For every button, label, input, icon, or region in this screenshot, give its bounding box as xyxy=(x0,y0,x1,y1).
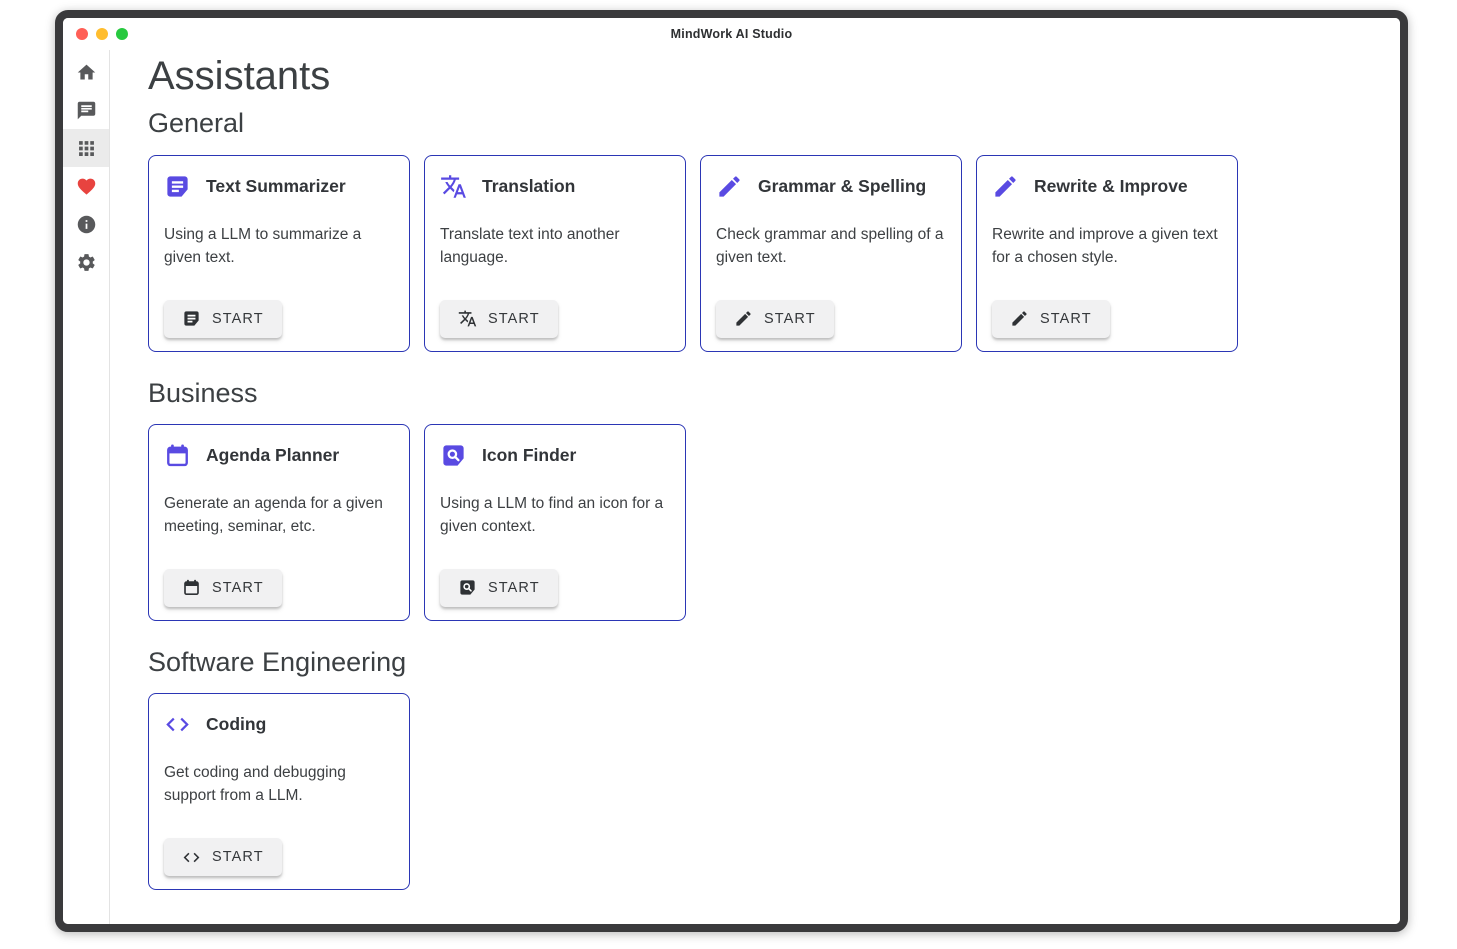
assistant-card-grammar-spelling: Grammar & Spelling Check grammar and spe… xyxy=(700,155,962,352)
section-general-cards: Text Summarizer Using a LLM to summarize… xyxy=(148,155,1372,352)
window-titlebar[interactable]: MindWork AI Studio xyxy=(63,18,1400,50)
section-title-software-engineering: Software Engineering xyxy=(148,646,1372,678)
app-window: MindWork AI Studio Assistants xyxy=(55,10,1408,932)
start-button[interactable]: START xyxy=(716,300,834,338)
card-description: Using a LLM to summarize a given text. xyxy=(164,224,392,270)
sidebar-item-settings[interactable] xyxy=(63,243,109,281)
close-button[interactable] xyxy=(76,28,88,40)
start-button[interactable]: START xyxy=(440,300,558,338)
assistant-card-agenda-planner: Agenda Planner Generate an agenda for a … xyxy=(148,424,410,621)
card-header: Agenda Planner xyxy=(164,442,394,469)
info-icon xyxy=(76,214,97,235)
apps-grid-icon xyxy=(76,138,97,159)
card-title: Text Summarizer xyxy=(206,176,346,197)
sidebar-item-assistants[interactable] xyxy=(63,129,109,167)
assistant-card-icon-finder: Icon Finder Using a LLM to find an icon … xyxy=(424,424,686,621)
card-description: Check grammar and spelling of a given te… xyxy=(716,224,944,270)
start-button-label: START xyxy=(212,849,264,865)
sidebar-item-about[interactable] xyxy=(63,205,109,243)
card-title: Coding xyxy=(206,714,266,735)
translate-icon xyxy=(458,309,477,328)
start-button[interactable]: START xyxy=(164,300,282,338)
assistant-card-coding: Coding Get coding and debugging support … xyxy=(148,693,410,890)
card-header: Icon Finder xyxy=(440,442,670,469)
document-icon xyxy=(182,309,201,328)
card-title: Agenda Planner xyxy=(206,445,339,466)
card-description: Generate an agenda for a given meeting, … xyxy=(164,493,392,539)
main-area: Assistants General Text Summarizer Using… xyxy=(63,50,1400,924)
window-title: MindWork AI Studio xyxy=(671,27,793,41)
start-button[interactable]: START xyxy=(440,569,558,607)
pencil-icon xyxy=(734,309,753,328)
sidebar-item-chats[interactable] xyxy=(63,91,109,129)
minimize-button[interactable] xyxy=(96,28,108,40)
start-button-label: START xyxy=(764,311,816,327)
assistant-card-text-summarizer: Text Summarizer Using a LLM to summarize… xyxy=(148,155,410,352)
card-description: Using a LLM to find an icon for a given … xyxy=(440,493,668,539)
card-header: Rewrite & Improve xyxy=(992,173,1222,200)
start-button-label: START xyxy=(488,311,540,327)
sidebar-item-home[interactable] xyxy=(63,53,109,91)
start-button[interactable]: START xyxy=(164,838,282,876)
section-title-general: General xyxy=(148,107,1372,139)
section-title-business: Business xyxy=(148,377,1372,409)
code-icon xyxy=(182,848,201,867)
traffic-lights xyxy=(76,18,128,50)
calendar-icon xyxy=(182,578,201,597)
card-header: Coding xyxy=(164,711,394,738)
heart-icon xyxy=(76,176,97,197)
start-button-label: START xyxy=(212,311,264,327)
card-header: Text Summarizer xyxy=(164,173,394,200)
code-icon xyxy=(164,711,191,738)
content-area: Assistants General Text Summarizer Using… xyxy=(110,50,1400,924)
pencil-icon xyxy=(716,173,743,200)
section-business-cards: Agenda Planner Generate an agenda for a … xyxy=(148,424,1372,621)
card-title: Icon Finder xyxy=(482,445,576,466)
start-button[interactable]: START xyxy=(992,300,1110,338)
chat-icon xyxy=(76,100,97,121)
card-title: Grammar & Spelling xyxy=(758,176,926,197)
document-icon xyxy=(164,173,191,200)
card-title: Rewrite & Improve xyxy=(1034,176,1188,197)
translate-icon xyxy=(440,173,467,200)
sidebar-item-favorites[interactable] xyxy=(63,167,109,205)
pencil-icon xyxy=(1010,309,1029,328)
card-description: Translate text into another language. xyxy=(440,224,668,270)
start-button-label: START xyxy=(1040,311,1092,327)
card-title: Translation xyxy=(482,176,575,197)
card-description: Rewrite and improve a given text for a c… xyxy=(992,224,1220,270)
assistant-card-rewrite-improve: Rewrite & Improve Rewrite and improve a … xyxy=(976,155,1238,352)
icon-search-icon xyxy=(440,442,467,469)
page-title: Assistants xyxy=(148,53,1372,100)
card-description: Get coding and debugging support from a … xyxy=(164,762,392,808)
zoom-button[interactable] xyxy=(116,28,128,40)
card-header: Grammar & Spelling xyxy=(716,173,946,200)
calendar-icon xyxy=(164,442,191,469)
start-button[interactable]: START xyxy=(164,569,282,607)
assistant-card-translation: Translation Translate text into another … xyxy=(424,155,686,352)
home-icon xyxy=(76,62,97,83)
section-software-engineering-cards: Coding Get coding and debugging support … xyxy=(148,693,1372,890)
start-button-label: START xyxy=(488,580,540,596)
start-button-label: START xyxy=(212,580,264,596)
gear-icon xyxy=(76,252,97,273)
sidebar xyxy=(63,50,110,924)
pencil-icon xyxy=(992,173,1019,200)
icon-search-icon xyxy=(458,578,477,597)
card-header: Translation xyxy=(440,173,670,200)
